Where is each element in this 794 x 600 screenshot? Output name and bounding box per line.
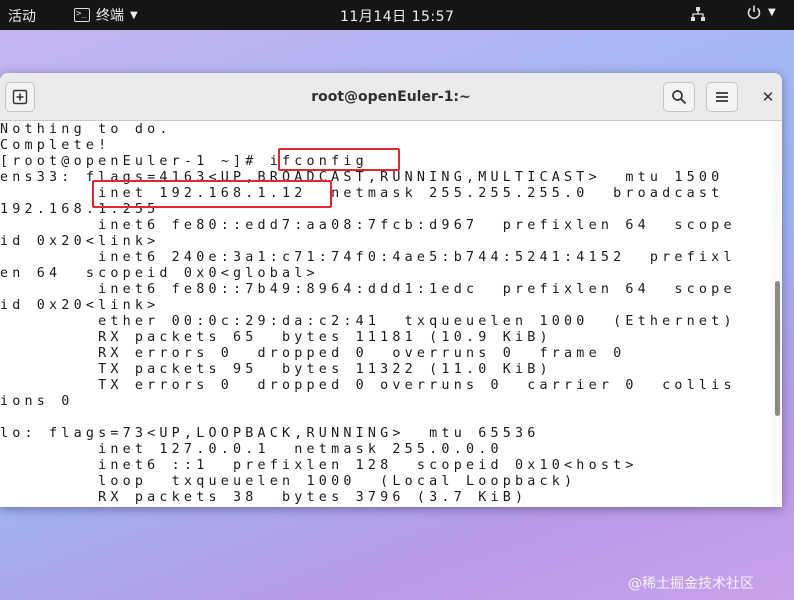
terminal-line: loop txqueuelen 1000 (Local Loopback) [0, 474, 577, 489]
activities-button[interactable]: 活动 [8, 6, 36, 26]
scrollbar-thumb[interactable] [775, 281, 780, 416]
terminal-line: ether 00:0c:29:da:c2:41 txqueuelen 1000 … [0, 314, 736, 329]
scrollbar[interactable] [772, 121, 782, 507]
app-menu-label: 终端 [96, 8, 124, 24]
watermark: @稀土掘金技术社区 [628, 576, 754, 592]
terminal-line: TX packets 95 bytes 11322 (11.0 KiB) [0, 362, 552, 377]
highlight-box-inet-address [92, 180, 332, 208]
menu-button[interactable] [706, 82, 738, 112]
top-bar: 活动 >_ 终端 ▼ 11月14日 15:57 ▼ [0, 0, 794, 30]
terminal-line: inet 127.0.0.1 netmask 255.0.0.0 [0, 442, 503, 457]
terminal-line: RX packets 65 bytes 11181 (10.9 KiB) [0, 330, 552, 345]
terminal-line: inet6 240e:3a1:c71:74f0:4ae5:b744:5241:4… [0, 250, 736, 265]
terminal-line: ions 0 [0, 394, 74, 409]
terminal-line: en 64 scopeid 0x0<global> [0, 266, 319, 281]
terminal-window: root@openEuler-1:~ ✕ Nothing to do. Compl… [0, 73, 782, 507]
highlight-box-ifconfig [278, 148, 400, 171]
close-icon: ✕ [761, 88, 775, 106]
power-icon [747, 5, 761, 20]
terminal-line: id 0x20<link> [0, 234, 160, 249]
header-bar: root@openEuler-1:~ ✕ [0, 73, 782, 121]
app-menu[interactable]: >_ 终端 ▼ [74, 5, 138, 25]
system-menu[interactable]: ▼ [746, 4, 776, 20]
chevron-down-icon: ▼ [768, 6, 776, 18]
search-button[interactable] [663, 82, 695, 112]
terminal-line: RX packets 38 bytes 3796 (3.7 KiB) [0, 490, 528, 505]
terminal-output[interactable]: Nothing to do. Complete! [root@openEuler-1… [0, 121, 772, 507]
terminal-line: lo: flags=73<UP,LOOPBACK,RUNNING> mtu 65… [0, 426, 540, 441]
terminal-line: id 0x20<link> [0, 298, 160, 313]
hamburger-menu-icon [716, 92, 728, 102]
clock[interactable]: 11月14日 15:57 [340, 6, 454, 26]
terminal-app-icon: >_ [74, 8, 90, 22]
search-icon [672, 90, 687, 105]
close-button[interactable]: ✕ [756, 86, 780, 108]
terminal-line: RX errors 0 dropped 0 overruns 0 frame 0 [0, 346, 626, 361]
terminal-line: Nothing to do. [0, 122, 172, 137]
network-icon[interactable] [690, 6, 706, 26]
terminal-line: inet6 ::1 prefixlen 128 scopeid 0x10<hos… [0, 458, 638, 473]
terminal-line: inet6 fe80::edd7:aa08:7fcb:d967 prefixle… [0, 218, 736, 233]
terminal-line: inet6 fe80::7b49:8964:ddd1:1edc prefixle… [0, 282, 736, 297]
chevron-down-icon: ▼ [130, 9, 138, 21]
terminal-line: TX errors 0 dropped 0 overruns 0 carrier… [0, 378, 736, 393]
